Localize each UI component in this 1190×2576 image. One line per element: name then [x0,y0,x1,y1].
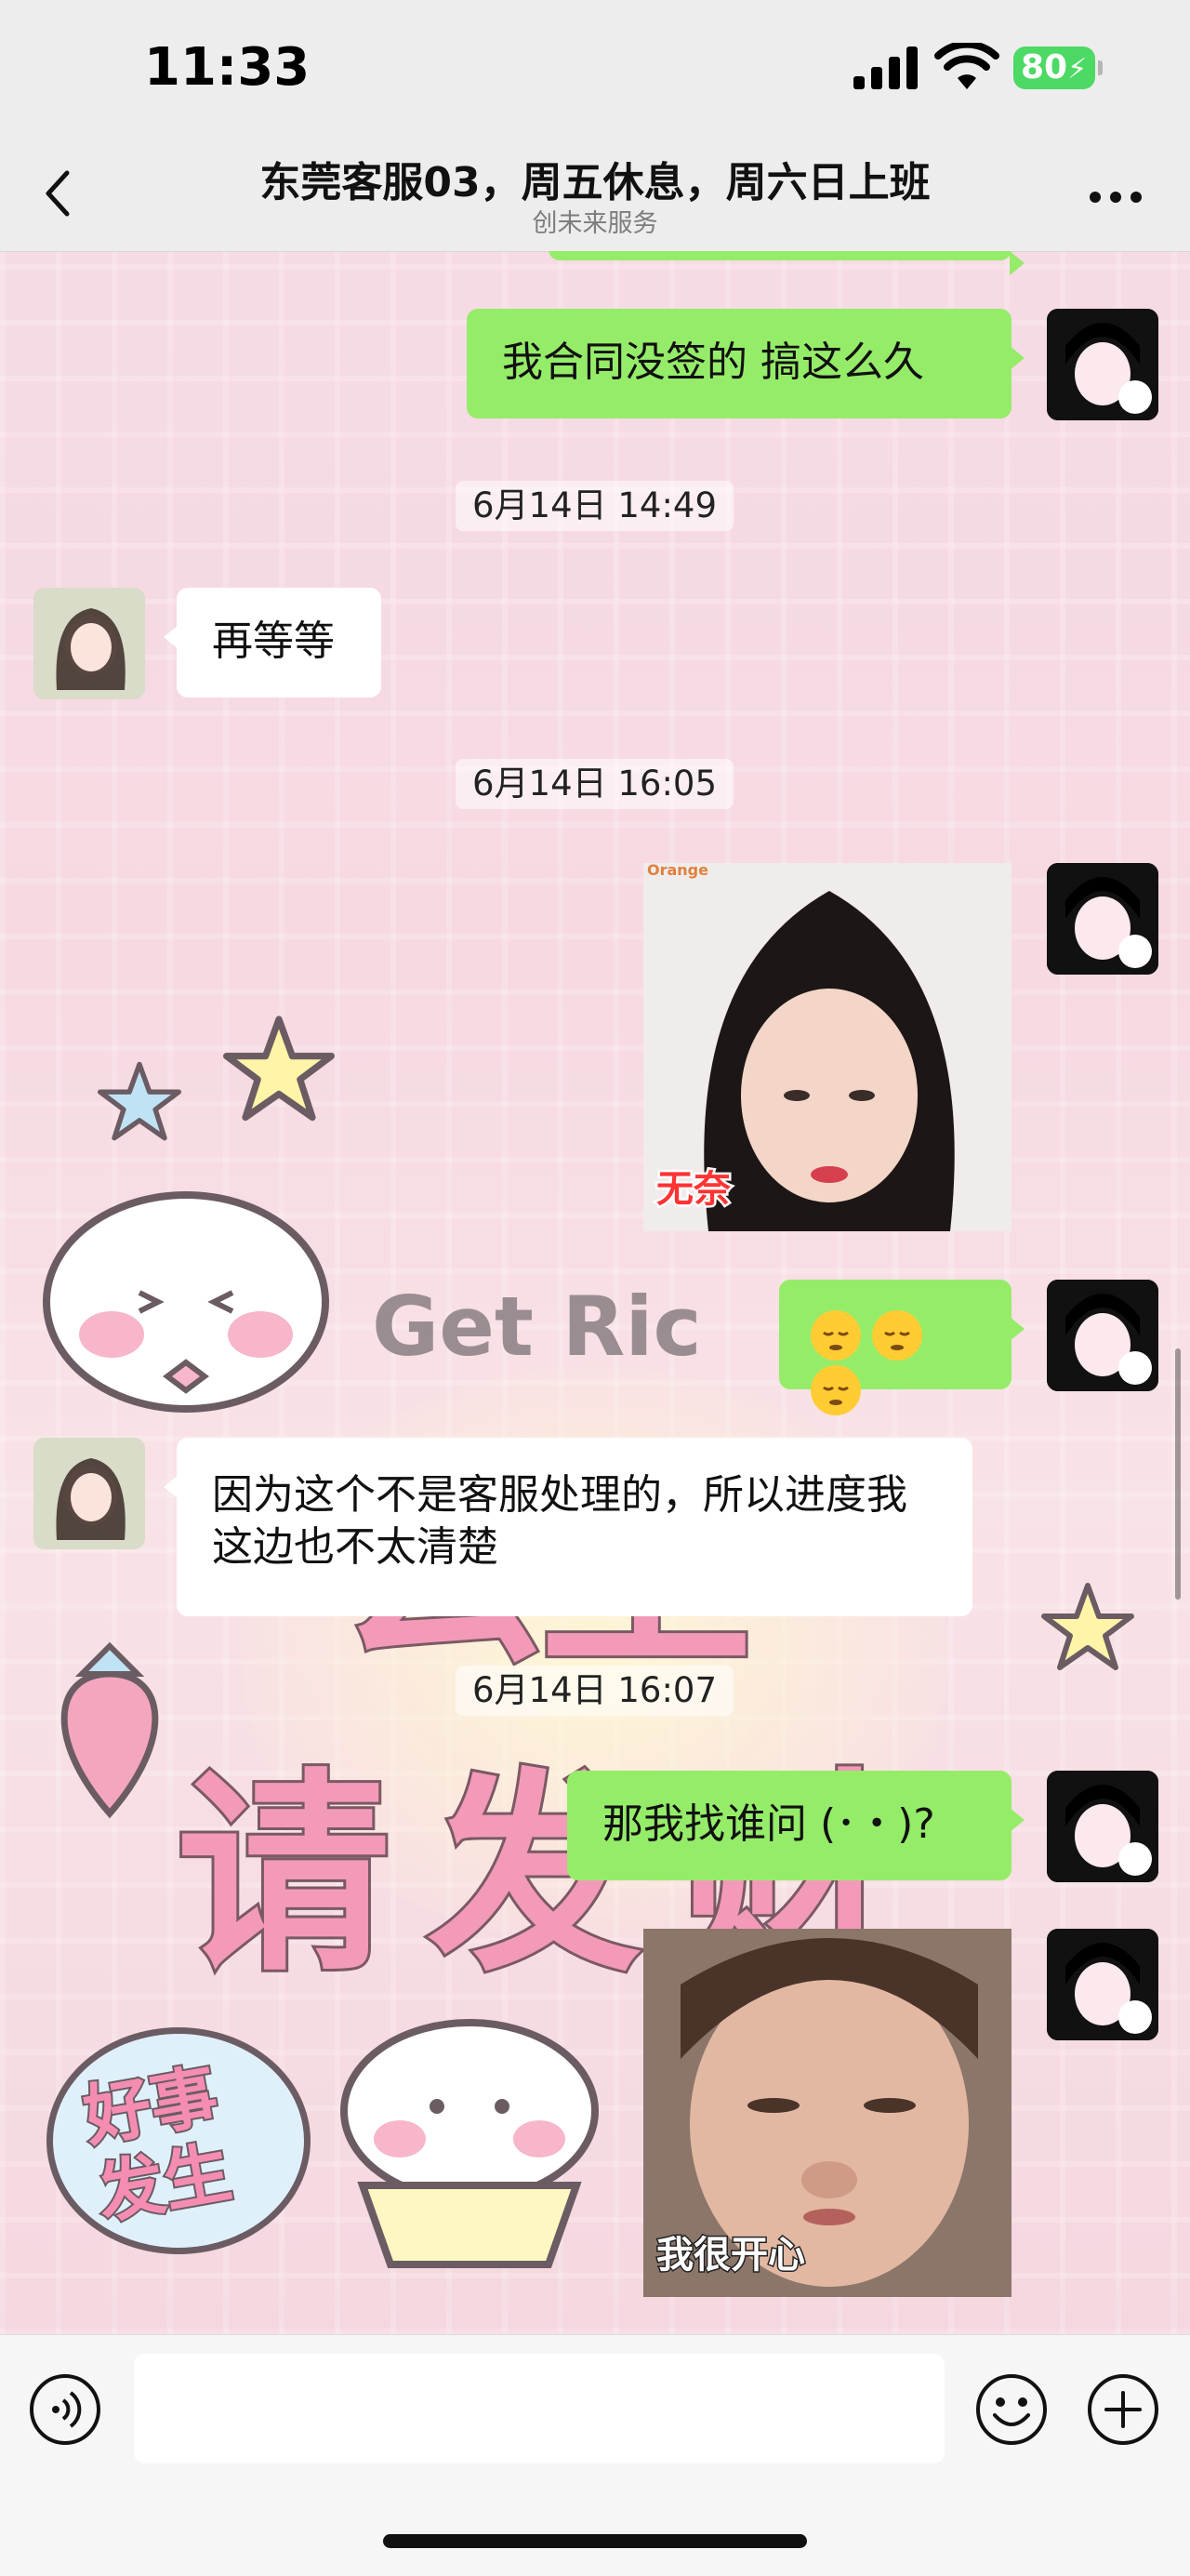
voice-icon[interactable] [28,2372,102,2447]
emoji-icon[interactable] [974,2372,1049,2447]
my-avatar[interactable] [1047,863,1158,975]
pensive-face-emoji [811,1365,861,1415]
scrollbar[interactable] [1175,1348,1181,1600]
message-timestamp: 6月14日 16:05 [456,759,734,809]
pensive-face-emoji [811,1310,861,1361]
message-text: 再等等 [212,617,335,665]
avatar-girl-icon [1047,1280,1158,1391]
chat-header: 东莞客服03，周五休息，周六日上班 创未来服务 [0,139,1190,252]
cellular-signal-icon [853,46,918,89]
status-time: 11:33 [144,37,311,98]
avatar-anime-girl-icon [33,588,145,699]
avatar-girl-icon [1047,309,1158,420]
wifi-icon [934,43,999,89]
battery-indicator: 80⚡ [1013,46,1103,89]
image-watermark: Orange [647,863,708,879]
plus-icon[interactable] [1086,2372,1160,2447]
message-bubble-me[interactable]: 我合同没签的 搞这么久 [467,309,1025,418]
message-image[interactable]: Orange 无奈 [643,863,1012,1231]
avatar-girl-icon [1047,1929,1158,2040]
message-bubble-other[interactable]: 因为这个不是客服处理的，所以进度我这边也不太清楚 [164,1438,972,1616]
chat-title: 东莞客服03，周五休息，周六日上班 [259,159,931,206]
avatar-girl-icon [1047,863,1158,975]
charging-bolt-icon: ⚡ [1067,53,1088,86]
status-bar: 11:33 80⚡ [0,0,1190,139]
input-bar [0,2334,1190,2576]
message-timestamp: 6月14日 16:07 [456,1666,734,1716]
pensive-face-emoji [872,1310,922,1361]
image-caption: 无奈 [654,1166,734,1214]
message-bubble-me[interactable]: 那我找谁问 (･・)? [567,1771,1025,1880]
my-avatar[interactable] [1047,1929,1158,2040]
message-input[interactable] [134,2354,945,2463]
message-bubble-me[interactable] [779,1280,1025,1415]
more-dots-icon[interactable] [1088,188,1144,206]
contact-avatar[interactable] [33,1438,145,1549]
message-bubble-partial [549,251,1025,275]
message-text: 因为这个不是客服处理的，所以进度我这边也不太清楚 [212,1471,907,1571]
message-list[interactable]: 我合同没签的 搞这么久 6月14日 14:49 再等等 6月14日 16:05 … [0,251,1190,2334]
my-avatar[interactable] [1047,1771,1158,1882]
message-text: 那我找谁问 (･・)? [602,1800,935,1848]
my-avatar[interactable] [1047,1280,1158,1391]
home-indicator[interactable] [383,2534,807,2548]
message-bubble-other[interactable]: 再等等 [164,588,381,697]
image-caption: 我很开心 [655,2233,807,2278]
message-text: 我合同没签的 搞这么久 [502,339,924,386]
battery-level: 80 [1021,48,1068,86]
contact-avatar[interactable] [33,588,145,699]
message-image[interactable]: 我很开心 [643,1929,1012,2297]
my-avatar[interactable] [1047,309,1158,420]
chat-subtitle: 创未来服务 [532,209,658,238]
message-timestamp: 6月14日 14:49 [456,481,734,531]
avatar-anime-girl-icon [33,1438,145,1549]
avatar-girl-icon [1047,1771,1158,1882]
